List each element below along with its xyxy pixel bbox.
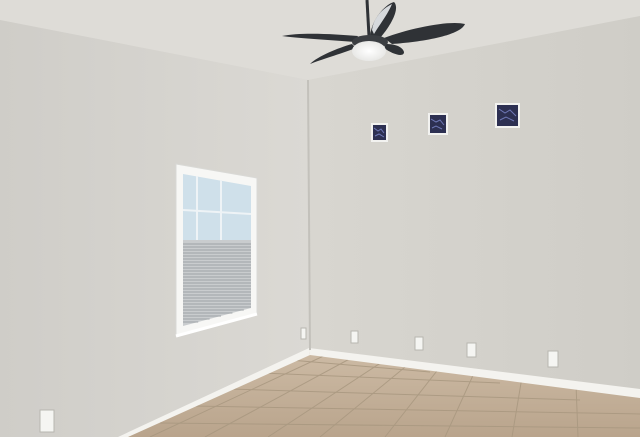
outlet-right-1 <box>414 336 424 351</box>
glass-block-middle <box>428 113 448 135</box>
outlet-right-3 <box>547 350 559 368</box>
glass-block-right <box>495 103 520 128</box>
glass-block-left <box>371 123 388 142</box>
fan-downrod <box>365 0 371 37</box>
outlet-left-small <box>300 327 307 340</box>
outlet-left-wall <box>39 409 55 433</box>
outlet-corner <box>350 330 359 344</box>
outlet-right-2 <box>466 342 477 358</box>
fan-light-globe <box>352 41 386 61</box>
blind-slats <box>183 243 251 323</box>
window <box>175 163 258 338</box>
room-photo <box>0 0 640 437</box>
